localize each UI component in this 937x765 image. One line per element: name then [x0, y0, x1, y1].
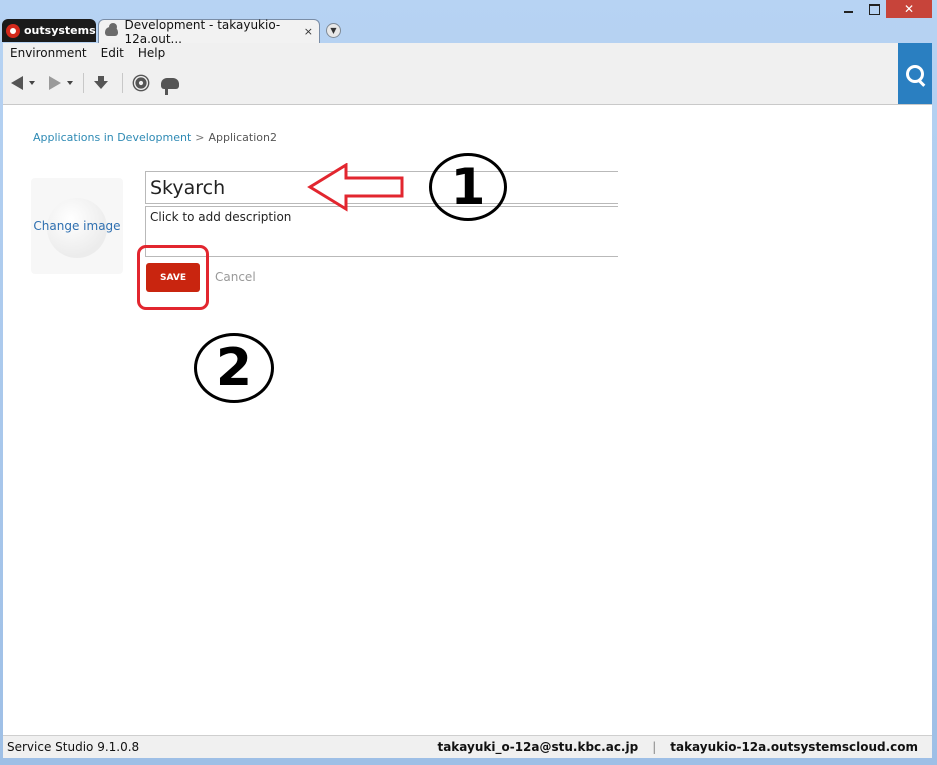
tab-dropdown-button[interactable]: ▼ — [326, 23, 341, 38]
status-user: takayuki_o-12a@stu.kbc.ac.jp — [437, 740, 639, 754]
brand-label: outsystems — [24, 24, 96, 37]
minimize-icon — [843, 11, 853, 13]
breadcrumb-applications-link[interactable]: Applications in Development — [33, 131, 191, 144]
breadcrumb-separator: > — [195, 131, 205, 144]
tab-close-icon[interactable]: × — [304, 25, 313, 38]
back-history-dropdown-icon[interactable] — [29, 81, 35, 85]
outsystems-brand-tab[interactable]: outsystems — [2, 19, 96, 42]
tab-title: Development - takayukio-12a.out... — [124, 17, 281, 46]
search-icon — [906, 64, 924, 83]
breadcrumb-current: Application2 — [208, 131, 277, 144]
tab-strip: outsystems Development - takayukio-12a.o… — [0, 17, 937, 46]
annotation-arrow-icon — [307, 163, 404, 212]
maximize-icon — [868, 3, 880, 15]
change-image-link[interactable]: Change image — [33, 219, 120, 233]
outsystems-logo-icon — [6, 23, 20, 38]
gear-icon — [135, 77, 147, 89]
annotation-step-2: 2 — [194, 333, 274, 403]
toolbar-divider — [122, 73, 123, 93]
settings-button[interactable] — [129, 72, 153, 94]
app-icon-area[interactable]: Change image — [31, 178, 123, 274]
forward-button[interactable] — [49, 72, 73, 94]
cloud-icon — [105, 23, 119, 36]
save-highlight-annotation — [137, 245, 209, 310]
back-arrow-icon — [11, 76, 23, 90]
publish-icon — [161, 77, 179, 95]
breadcrumb: Applications in Development > Application2 — [33, 131, 277, 144]
annotation-number-2: 2 — [215, 338, 253, 398]
toolbar-divider — [83, 73, 84, 93]
status-separator: | — [652, 740, 657, 754]
download-button[interactable] — [90, 72, 112, 94]
maximize-button[interactable] — [862, 0, 886, 18]
menu-environment[interactable]: Environment — [3, 46, 94, 60]
publish-button[interactable] — [157, 72, 183, 95]
annotation-step-1: 1 — [429, 153, 507, 221]
application-window: ✕ outsystems Development - takayukio-12a… — [0, 0, 937, 765]
cancel-link[interactable]: Cancel — [215, 270, 256, 284]
tab-development[interactable]: Development - takayukio-12a.out... × — [98, 17, 320, 46]
back-button[interactable] — [11, 72, 35, 94]
status-bar: Service Studio 9.1.0.8 takayuki_o-12a@st… — [3, 735, 932, 758]
close-icon: ✕ — [903, 2, 915, 16]
close-window-button[interactable]: ✕ — [886, 0, 932, 18]
menu-bar: Environment Edit Help — [3, 43, 172, 62]
app-description-input[interactable] — [145, 206, 618, 257]
forward-arrow-icon — [49, 76, 61, 90]
minimize-button[interactable] — [836, 0, 860, 18]
menu-edit[interactable]: Edit — [94, 46, 131, 60]
search-button[interactable] — [898, 43, 932, 104]
annotation-number-1: 1 — [450, 158, 486, 216]
toolbar — [3, 63, 187, 103]
main-content: Applications in Development > Application2… — [3, 105, 932, 735]
download-icon — [94, 76, 108, 89]
status-connection: takayuki_o-12a@stu.kbc.ac.jp | takayukio… — [437, 740, 932, 754]
app-chrome: Environment Edit Help — [3, 43, 932, 105]
menu-help[interactable]: Help — [131, 46, 172, 60]
status-version: Service Studio 9.1.0.8 — [7, 740, 140, 754]
status-server: takayukio-12a.outsystemscloud.com — [670, 740, 918, 754]
forward-history-dropdown-icon[interactable] — [67, 81, 73, 85]
